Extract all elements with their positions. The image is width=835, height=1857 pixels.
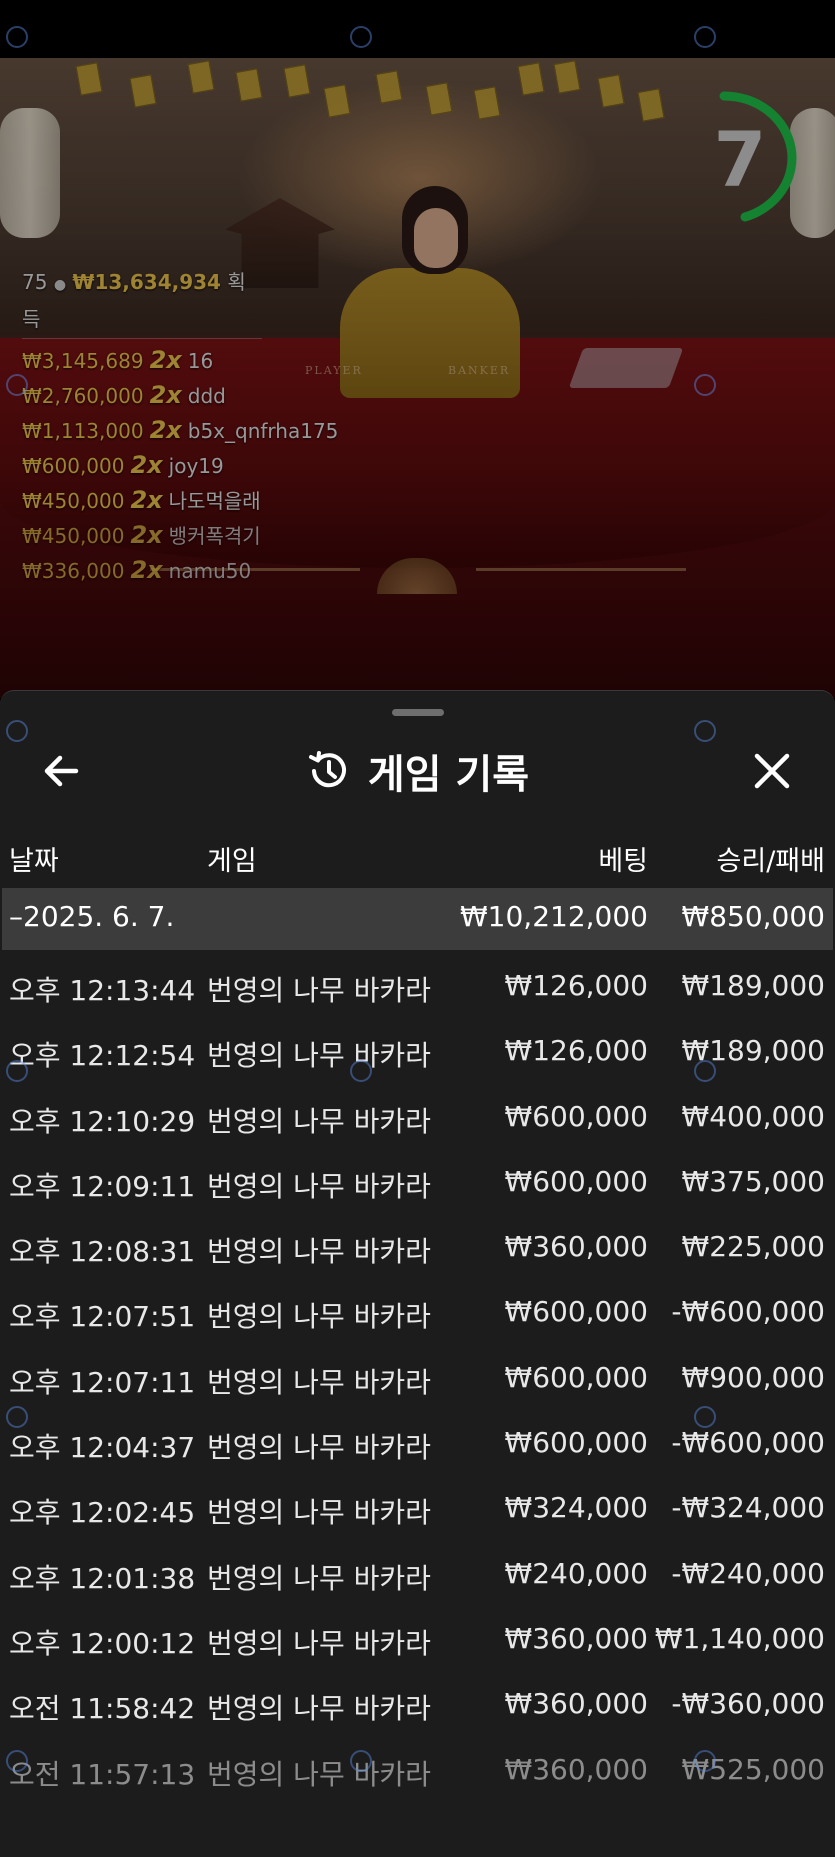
watermark-icon	[694, 26, 716, 48]
watermark-icon	[694, 1406, 716, 1428]
row-game: 번영의 나무 바카라	[207, 1431, 431, 1465]
date-group-date: –2025. 6. 7.	[9, 900, 175, 933]
row-game: 번영의 나무 바카라	[207, 1039, 431, 1073]
history-row[interactable]: 오전 11:58:42 번영의 나무 바카라 ₩360,000 -₩360,000	[0, 1673, 835, 1738]
row-game: 번영의 나무 바카라	[207, 1626, 431, 1660]
history-clock-icon	[308, 751, 346, 788]
row-game: 번영의 나무 바카라	[207, 1104, 431, 1138]
watermark-icon	[6, 720, 28, 742]
row-bet: ₩360,000	[504, 1687, 648, 1721]
row-time: 오후 12:10:29	[9, 1104, 196, 1138]
row-result: -₩360,000	[671, 1687, 825, 1721]
row-result: ₩375,000	[681, 1164, 825, 1198]
history-row[interactable]: 오후 12:00:12 번영의 나무 바카라 ₩360,000 ₩1,140,000	[0, 1608, 835, 1673]
row-result: ₩189,000	[681, 969, 825, 1002]
close-button[interactable]	[746, 747, 798, 795]
row-game: 번영의 나무 바카라	[207, 1169, 431, 1203]
close-icon	[754, 753, 790, 789]
row-result: -₩600,000	[671, 1426, 825, 1460]
sheet-title-group: 게임 기록	[0, 731, 835, 811]
row-time: 오후 12:00:12	[9, 1626, 196, 1660]
row-time: 오후 12:09:11	[9, 1169, 196, 1203]
history-row[interactable]: 오후 12:07:51 번영의 나무 바카라 ₩600,000 -₩600,000	[0, 1281, 835, 1346]
date-group-result-total: ₩850,000	[681, 900, 825, 933]
history-row[interactable]: 오후 12:01:38 번영의 나무 바카라 ₩240,000 -₩240,000	[0, 1543, 835, 1608]
drag-handle[interactable]	[392, 709, 444, 716]
row-game: 번영의 나무 바카라	[207, 1365, 431, 1399]
watermark-icon	[694, 1060, 716, 1082]
watermark-icon	[6, 1060, 28, 1082]
column-header-bet: 베팅	[598, 846, 648, 877]
row-bet: ₩240,000	[504, 1556, 648, 1590]
row-time: 오후 12:12:54	[9, 1039, 196, 1073]
watermark-icon	[6, 374, 28, 396]
watermark-icon	[350, 26, 372, 48]
row-time: 오후 12:02:45	[9, 1496, 196, 1530]
history-row[interactable]: 오후 12:08:31 번영의 나무 바카라 ₩360,000 ₩225,000	[0, 1216, 835, 1281]
sheet-header: 게임 기록	[0, 731, 835, 811]
row-bet: ₩600,000	[504, 1426, 648, 1460]
row-time: 오후 12:04:37	[9, 1431, 196, 1465]
row-result: ₩1,140,000	[654, 1621, 825, 1655]
history-row[interactable]: 오후 12:07:11 번영의 나무 바카라 ₩600,000 ₩900,000	[0, 1347, 835, 1412]
row-result: -₩324,000	[671, 1491, 825, 1525]
history-row[interactable]: 오후 12:09:11 번영의 나무 바카라 ₩600,000 ₩375,000	[0, 1151, 835, 1216]
row-time: 오후 12:08:31	[9, 1235, 196, 1269]
watermark-icon	[6, 26, 28, 48]
column-header-game: 게임	[207, 846, 257, 877]
watermark-icon	[694, 374, 716, 396]
row-bet: ₩600,000	[504, 1099, 648, 1133]
row-bet: ₩360,000	[504, 1621, 648, 1655]
row-bet: ₩360,000	[504, 1752, 648, 1786]
history-row[interactable]: 오후 12:10:29 번영의 나무 바카라 ₩600,000 ₩400,000	[0, 1086, 835, 1151]
row-result: -₩240,000	[671, 1556, 825, 1590]
row-game: 번영의 나무 바카라	[207, 1235, 431, 1269]
watermark-icon	[350, 1060, 372, 1082]
sheet-title: 게임 기록	[367, 752, 530, 798]
history-row[interactable]: 오후 12:13:44 번영의 나무 바카라 ₩126,000 ₩189,000	[0, 955, 835, 1020]
row-time: 오후 12:13:44	[9, 974, 196, 1007]
row-result: ₩400,000	[681, 1099, 825, 1133]
row-result: -₩600,000	[671, 1295, 825, 1329]
row-time: 오전 11:58:42	[9, 1692, 196, 1726]
game-history-sheet: 게임 기록 날짜 게임 베팅 승리/패배 –2025. 6. 7. ₩10,21…	[0, 690, 835, 1857]
row-game: 번영의 나무 바카라	[207, 1692, 431, 1726]
watermark-icon	[350, 1750, 372, 1772]
row-time: 오후 12:07:11	[9, 1365, 196, 1399]
date-group-bet-total: ₩10,212,000	[459, 900, 648, 933]
row-bet: ₩600,000	[504, 1295, 648, 1329]
row-time: 오후 12:01:38	[9, 1561, 196, 1595]
history-row[interactable]: 오후 12:02:45 번영의 나무 바카라 ₩324,000 -₩324,000	[0, 1477, 835, 1542]
row-game: 번영의 나무 바카라	[207, 1300, 431, 1334]
row-bet: ₩600,000	[504, 1164, 648, 1198]
watermark-icon	[6, 1406, 28, 1428]
column-header-date: 날짜	[9, 846, 59, 877]
row-game: 번영의 나무 바카라	[207, 1561, 431, 1595]
row-game: 번영의 나무 바카라	[207, 1757, 431, 1791]
row-bet: ₩324,000	[504, 1491, 648, 1525]
row-result: ₩900,000	[681, 1360, 825, 1394]
row-bet: ₩126,000	[504, 1034, 648, 1068]
row-game: 번영의 나무 바카라	[207, 974, 431, 1007]
watermark-icon	[694, 720, 716, 742]
column-header-result: 승리/패배	[716, 846, 825, 877]
row-bet: ₩360,000	[504, 1230, 648, 1264]
date-group-row[interactable]: –2025. 6. 7. ₩10,212,000 ₩850,000	[2, 888, 833, 950]
history-list: 오후 12:13:44 번영의 나무 바카라 ₩126,000 ₩189,000 오후 …	[0, 955, 835, 1804]
row-bet: ₩126,000	[504, 969, 648, 1002]
row-bet: ₩600,000	[504, 1360, 648, 1394]
row-time: 오전 11:57:13	[9, 1757, 196, 1791]
column-headers: 날짜 게임 베팅 승리/패배	[0, 829, 835, 879]
row-game: 번영의 나무 바카라	[207, 1496, 431, 1530]
row-time: 오후 12:07:51	[9, 1300, 196, 1334]
row-result: ₩225,000	[681, 1230, 825, 1264]
history-row[interactable]: 오전 11:57:13 번영의 나무 바카라 ₩360,000 ₩525,000	[0, 1739, 835, 1804]
watermark-icon	[6, 1750, 28, 1772]
watermark-icon	[694, 1750, 716, 1772]
